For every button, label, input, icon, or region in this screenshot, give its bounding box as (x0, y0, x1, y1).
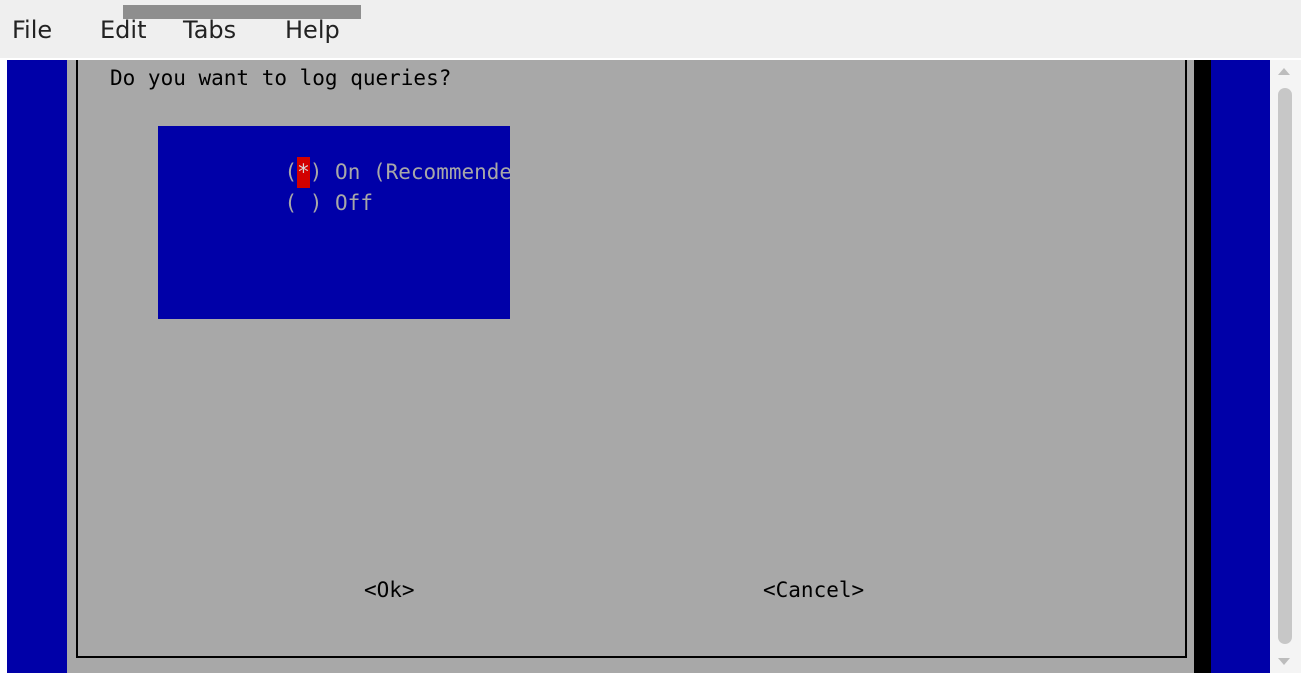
scrollbar-thumb[interactable] (1278, 88, 1292, 644)
dialog-question: Do you want to log queries? (110, 66, 452, 90)
menu-edit[interactable]: Edit (100, 16, 146, 44)
menu-tabs[interactable]: Tabs (183, 16, 236, 44)
scroll-down-icon[interactable] (1278, 658, 1290, 665)
radio-unselected: ( ) (284, 191, 323, 215)
scroll-up-icon[interactable] (1278, 68, 1290, 75)
terminal-area: Do you want to log queries? (*) On (Reco… (7, 60, 1270, 673)
option-off-label: Off (335, 191, 373, 215)
dialog-frame: Do you want to log queries? (*) On (Reco… (76, 60, 1187, 658)
menu-bar: File Edit Tabs Help (0, 0, 1301, 58)
dialog-shadow (1194, 60, 1211, 673)
options-list: (*) On (Recommended) ( ) Off (158, 126, 537, 319)
ok-button[interactable]: <Ok> (364, 575, 415, 606)
menu-help[interactable]: Help (285, 16, 340, 44)
menu-file[interactable]: File (12, 16, 52, 44)
option-off[interactable]: ( ) Off (158, 157, 373, 250)
vertical-scrollbar[interactable] (1270, 60, 1301, 673)
dialog: Do you want to log queries? (*) On (Reco… (67, 60, 1194, 673)
cancel-button[interactable]: <Cancel> (763, 575, 864, 606)
